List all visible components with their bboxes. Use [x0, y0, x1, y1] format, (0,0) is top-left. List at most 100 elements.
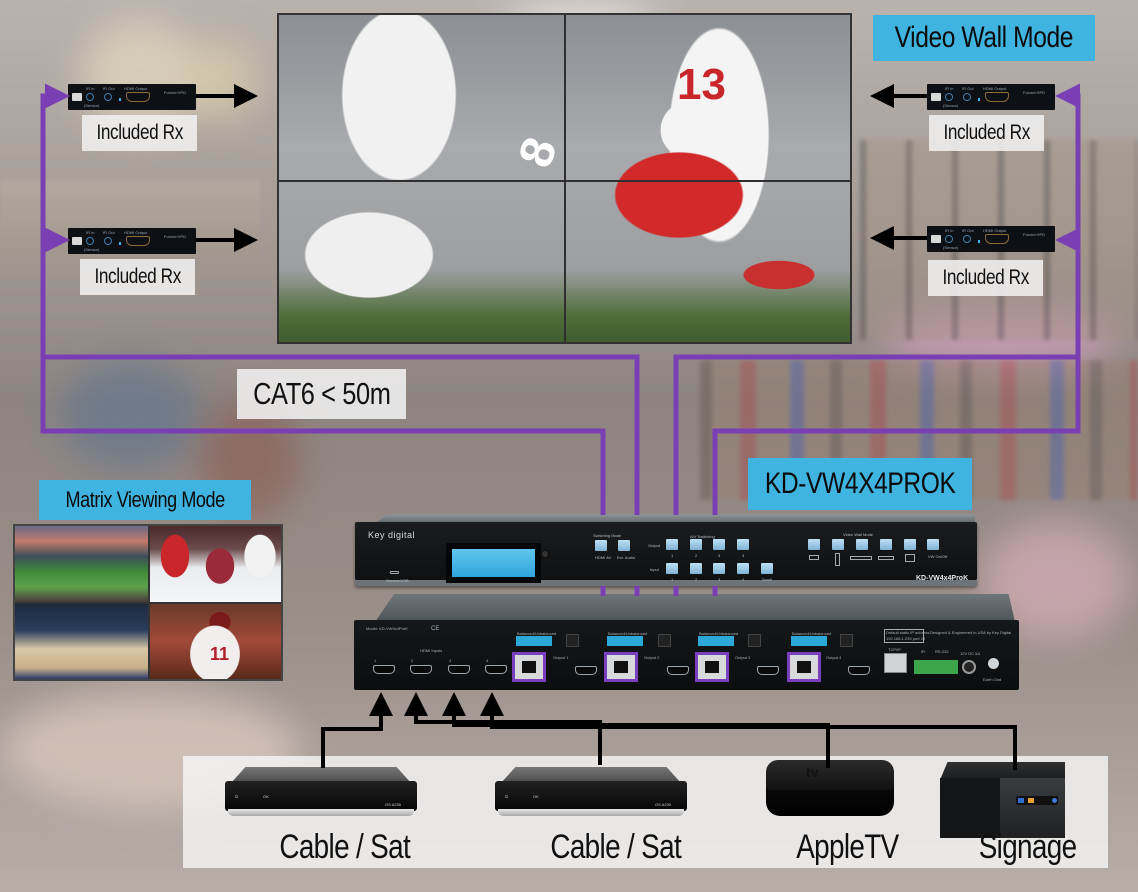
default-ip-title: Default static IP address: — [886, 630, 931, 635]
ir-out-text: IR Out — [103, 230, 115, 235]
source-label-cable-sat-2: Cable / Sat — [536, 828, 695, 867]
output-4-button[interactable] — [737, 539, 749, 550]
hdmi-av-button[interactable] — [595, 540, 607, 551]
front-model-text: KD-VW4x4ProK — [916, 575, 969, 582]
source-label-text: Signage — [978, 828, 1077, 866]
power-jack — [962, 660, 976, 674]
output-2-label: Output 2 — [644, 655, 660, 660]
input-2-label: 2 — [695, 577, 698, 582]
power-icon: ⏻ — [235, 794, 239, 799]
designed-by-text: Designed & Engineered in USA by Key Digi… — [930, 630, 1012, 635]
scroll-label: Scroll — [762, 577, 773, 582]
switching-mode-title: Switching Mode — [593, 533, 622, 538]
input-row-label: Input — [650, 567, 659, 572]
output-2-label: 2 — [695, 553, 698, 558]
source-label-text: Cable / Sat — [550, 828, 682, 866]
output-2-audio-terminal — [607, 636, 643, 646]
ir-label: IR — [921, 649, 925, 654]
receiver-bottom-left: IR In IR Out HDMI Output Forced HPD (Sen… — [68, 228, 196, 254]
ir-in-jack-icon — [86, 237, 94, 245]
tcpip-port[interactable] — [884, 653, 907, 673]
hdmi-input-4-label: 4 — [486, 658, 489, 663]
vw-3x1-button[interactable] — [880, 539, 892, 550]
hdmi-input-4-port[interactable] — [485, 665, 507, 674]
source-label-text: Cable / Sat — [279, 828, 411, 866]
keydigital-logo-icon — [931, 93, 941, 101]
led-icon — [119, 98, 121, 101]
receiver-top-left: IR In IR Out HDMI Output Forced HPD (Sen… — [68, 84, 196, 110]
vw-2x2-button[interactable] — [904, 539, 916, 550]
vw-on-off-button[interactable] — [927, 539, 939, 550]
sensor-text: (Sensor) — [943, 245, 959, 250]
output-3-hdbaset-port[interactable] — [695, 652, 729, 682]
vw-4x1-button[interactable] — [856, 539, 868, 550]
video-wall-display: 13 8 — [277, 13, 852, 344]
output-2-balanced-label: Balanced/Unbalanced — [608, 631, 648, 636]
cable-spec-text: CAT6 < 50m — [252, 376, 391, 411]
receiver-label-bottom-left: Included Rx — [80, 259, 195, 295]
source-label-text: AppleTV — [796, 828, 899, 866]
hdmi-input-3-port[interactable] — [448, 665, 470, 674]
output-1-optical-port — [566, 634, 579, 647]
hdmi-input-2-port[interactable] — [410, 665, 432, 674]
output-2-button[interactable] — [690, 539, 702, 550]
hdmi-input-1-port[interactable] — [373, 665, 395, 674]
wall-divider-horizontal — [279, 180, 850, 182]
receiver-label-top-right: Included Rx — [929, 115, 1044, 151]
output-3-audio-terminal — [698, 636, 734, 646]
ok-button-icon: OK — [533, 794, 539, 799]
keydigital-logo-icon — [72, 93, 82, 101]
output-1-hdmi-port[interactable] — [575, 666, 597, 675]
ir-in-jack-icon — [945, 235, 953, 243]
power-label: 12V DC 5A — [960, 651, 981, 656]
output-4-hdbaset-port[interactable] — [787, 652, 821, 682]
matrix-mode-label: Matrix Viewing Mode — [39, 480, 251, 520]
output-1-balanced-label: Balanced/Unbalanced — [517, 631, 557, 636]
output-row-label: Output — [648, 543, 661, 548]
vw-on-off-label: VW On/Off — [928, 554, 948, 559]
matrix-cell-baseball — [15, 526, 148, 602]
hdmi-av-label: HDMI AV — [595, 555, 612, 560]
output-2-hdbaset-port[interactable] — [604, 652, 638, 682]
ext-audio-button[interactable] — [618, 540, 630, 551]
output-1-button[interactable] — [666, 539, 678, 550]
output-2-hdmi-port[interactable] — [667, 666, 689, 675]
output-3-button[interactable] — [713, 539, 725, 550]
stb-model-text: GS A230 — [655, 802, 672, 807]
hdmi-output-text: HDMI Output — [983, 228, 1007, 233]
product-model-text: KD-VW4X4PROK — [764, 467, 956, 500]
receiver-label-text: Included Rx — [94, 265, 181, 288]
input-4-button[interactable] — [737, 563, 749, 574]
forced-hpd-text: Forced HPD — [1023, 232, 1046, 237]
receiver-bottom-right: IR In IR Out HDMI Output Forced HPD (Sen… — [927, 226, 1055, 252]
input-1-button[interactable] — [666, 563, 678, 574]
output-4-optical-port — [840, 634, 853, 647]
source-cable-sat-2: ⏻ OK GS A230 — [495, 767, 687, 825]
ir-out-text: IR Out — [103, 86, 115, 91]
brand-logo: Key digital — [368, 530, 416, 540]
led-icon — [119, 242, 121, 245]
cable-spec-label: CAT6 < 50m — [237, 369, 406, 419]
hdmi-output-port-icon — [126, 92, 150, 102]
receiver-label-bottom-right: Included Rx — [928, 260, 1043, 296]
hdmi-output-text: HDMI Output — [124, 86, 148, 91]
video-wall-mode-label: Video Wall Mode — [873, 15, 1095, 61]
vw-1x4-button[interactable] — [832, 539, 844, 550]
input-3-button[interactable] — [713, 563, 725, 574]
scroll-button[interactable] — [761, 563, 773, 574]
ir-rs232-terminal — [914, 660, 958, 674]
stb-model-text: GS A230 — [385, 802, 402, 807]
ir-out-text: IR Out — [962, 86, 974, 91]
vw-2x1-button[interactable] — [808, 539, 820, 550]
output-3-hdmi-port[interactable] — [757, 666, 779, 675]
output-4-hdmi-port[interactable] — [848, 666, 870, 675]
power-button-icon — [1052, 798, 1057, 803]
output-3-label: Output 3 — [735, 655, 751, 660]
hdmi-output-text: HDMI Output — [124, 230, 148, 235]
output-1-hdbaset-port[interactable] — [512, 652, 546, 682]
ir-in-text: IR In — [945, 86, 954, 91]
hdmi-output-port-icon — [126, 236, 150, 246]
keydigital-logo-icon — [72, 237, 82, 245]
wall-divider-vertical — [564, 15, 566, 342]
input-2-button[interactable] — [690, 563, 702, 574]
